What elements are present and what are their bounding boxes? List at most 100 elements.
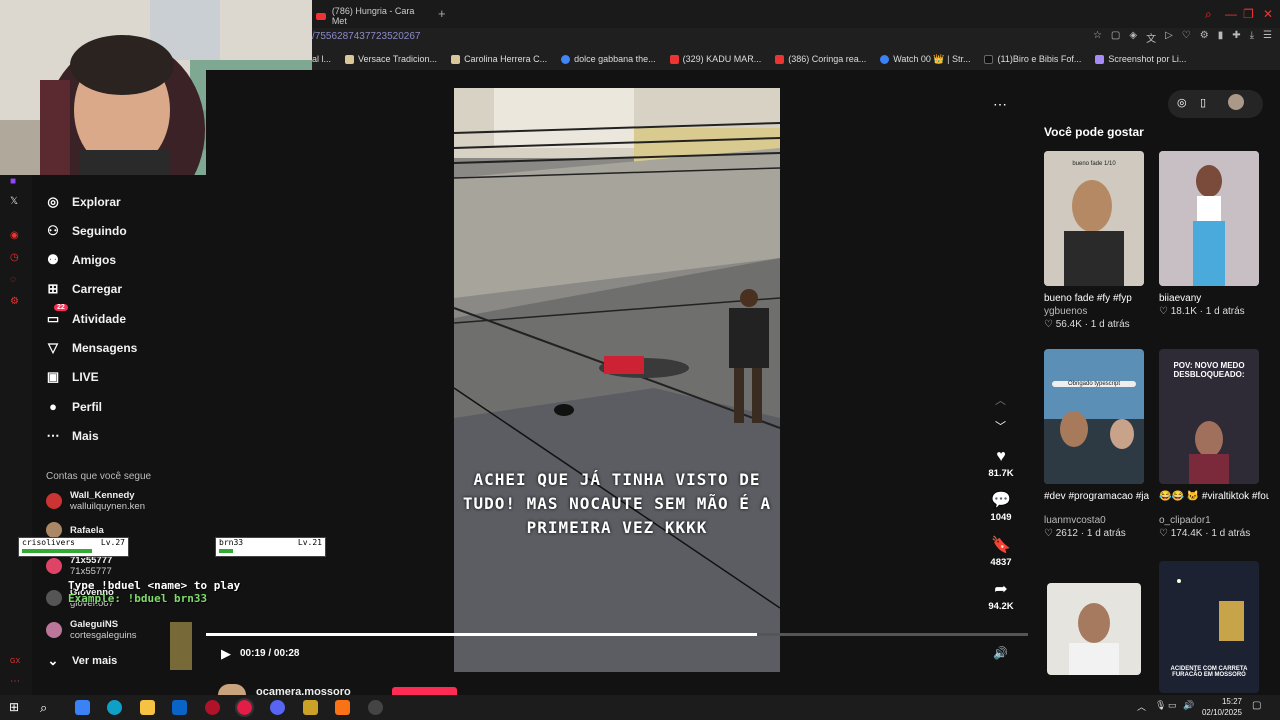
nav-atividade[interactable]: ▭ 22 Atividade — [46, 304, 126, 327]
followed-account[interactable]: GaleguiNS cortesgaleguins — [46, 619, 137, 641]
twitch-icon[interactable]: ■ — [10, 176, 16, 187]
chat-icon[interactable]: ◌ — [10, 274, 16, 285]
gx-icon[interactable]: GX — [10, 658, 20, 665]
microphone-icon[interactable]: 🎙 — [1155, 700, 1166, 711]
restore-icon[interactable]: ❐ — [1243, 7, 1254, 21]
bookmark-item[interactable]: (11)Biro e Bibis Fof... — [984, 54, 1081, 64]
video-thumbnail[interactable]: ACIDENTE COM CARRETA FURACÃO EM MOSSORÓ — [1159, 561, 1259, 693]
nav-mais[interactable]: ⋯ Mais — [46, 428, 99, 444]
bookmark-item[interactable]: dolce gabbana the... — [561, 54, 656, 64]
google-icon — [561, 54, 571, 64]
shield-icon[interactable]: ◈ — [1129, 30, 1137, 45]
avatar[interactable] — [1228, 94, 1244, 110]
bookmark-item[interactable]: al l... — [312, 54, 331, 64]
avatar — [46, 558, 62, 574]
bookmark-star-icon[interactable]: ☆ — [1093, 30, 1102, 45]
video-thumbnail[interactable] — [1047, 583, 1141, 675]
bookmark-item[interactable]: (329) KADU MAR... — [669, 54, 761, 64]
bookmark-item[interactable]: Versace Tradicion... — [345, 54, 437, 64]
nav-mensagens[interactable]: ▽ Mensagens — [46, 340, 137, 356]
download-icon[interactable]: ⤓ — [1250, 30, 1254, 45]
opera-icon[interactable] — [205, 700, 220, 715]
address-bar[interactable]: /7556287437723520267 ☆ ▢ ◈ 文 ▷ ♡ ⚙ ▮ ✚ ⤓… — [312, 28, 1280, 46]
puzzle-icon[interactable]: ✚ — [1232, 30, 1240, 45]
author-avatar[interactable] — [218, 684, 246, 695]
browser-tab[interactable]: (786) Hungria - Cara Met — [312, 4, 430, 28]
app-icon[interactable] — [303, 700, 318, 715]
app-icon[interactable] — [335, 700, 350, 715]
search-icon[interactable]: ⌕ — [40, 700, 55, 715]
video-thumbnail[interactable] — [1159, 151, 1259, 286]
outlook-icon[interactable] — [172, 700, 187, 715]
nav-amigos[interactable]: ⚉ Amigos — [46, 252, 116, 268]
see-more-button[interactable]: ⌄ Ver mais — [46, 653, 118, 669]
video-thumbnail[interactable]: bueno fade 1/10 — [1044, 151, 1144, 286]
share-count: 94.2K — [988, 601, 1014, 612]
followed-account[interactable]: Rafaela — [46, 522, 104, 538]
menu-icon[interactable]: ☰ — [1263, 30, 1272, 45]
game-sprite — [170, 622, 192, 670]
phone-icon[interactable]: ▯ — [1200, 96, 1206, 109]
followed-account[interactable]: Wall_Kennedy walluilquynen.ken — [46, 490, 145, 512]
comment-button[interactable]: 💬 1049 — [986, 490, 1016, 523]
play-icon[interactable]: ▷ — [1165, 30, 1173, 45]
nav-carregar[interactable]: ⊞ Carregar — [46, 281, 122, 297]
windows-start-icon[interactable]: ⊞ — [9, 700, 24, 715]
battery-icon[interactable]: ▮ — [1218, 30, 1224, 45]
video-time: 00:19 / 00:28 — [240, 648, 300, 659]
settings-icon[interactable]: ⚙ — [1200, 30, 1209, 45]
network-icon[interactable]: ▭ — [1168, 700, 1177, 711]
new-tab-button[interactable]: + — [438, 6, 446, 21]
system-clock[interactable]: 15:27 02/10/2025 — [1202, 696, 1242, 718]
search-icon[interactable]: ⌕ — [1205, 7, 1212, 22]
folder-icon[interactable] — [140, 700, 155, 715]
youtube-icon — [669, 54, 679, 64]
more-icon[interactable]: ⋯ — [10, 676, 20, 687]
opera-gx-icon[interactable] — [235, 698, 254, 717]
hp-bar — [219, 549, 233, 553]
clock-icon[interactable]: ◷ — [10, 252, 19, 263]
discord-icon[interactable] — [270, 700, 285, 715]
video-player[interactable]: ACHEI QUE JÁ TINHA VISTO DE TUDO! MAS NO… — [454, 88, 780, 672]
gear-icon[interactable]: ⚙ — [10, 296, 19, 307]
chevron-down-icon[interactable]: ﹀ — [995, 418, 1006, 434]
x-icon[interactable]: 𝕏 — [10, 196, 18, 207]
tray-arrow-icon[interactable]: ︿ — [1137, 700, 1146, 713]
video-thumbnail[interactable]: Obrigado typescript — [1044, 349, 1144, 484]
copilot-icon[interactable] — [75, 700, 90, 715]
volume-icon[interactable]: 🔊 — [993, 646, 1008, 660]
nav-perfil[interactable]: ● Perfil — [46, 399, 102, 414]
like-button[interactable]: ♥ 81.7K — [986, 448, 1016, 479]
screenshot-icon[interactable]: ▢ — [1111, 30, 1120, 45]
bookmark-item[interactable]: Watch 00 👑 | Str... — [880, 54, 970, 65]
nav-live[interactable]: ▣ LIVE — [46, 369, 99, 385]
author-name[interactable]: ocamera.mossoro — [256, 686, 351, 695]
volume-icon[interactable]: 🔊 — [1183, 700, 1194, 711]
live-icon: ▣ — [46, 369, 60, 384]
bookmark-item[interactable]: (386) Coringa rea... — [775, 54, 866, 64]
save-button[interactable]: 🔖 4837 — [986, 535, 1016, 568]
bookmark-item[interactable]: Carolina Herrera C... — [451, 54, 547, 64]
bookmark-item[interactable]: Screenshot por Li... — [1095, 54, 1186, 64]
compass-icon[interactable]: ◎ — [1177, 96, 1187, 109]
video-thumbnail[interactable]: POV: NOVO MEDO DESBLOQUEADO: — [1159, 349, 1259, 484]
follow-button[interactable] — [392, 687, 457, 695]
recommend-title: Você pode gostar — [1044, 125, 1144, 139]
share-button[interactable]: ➦ 94.2K — [986, 579, 1016, 612]
close-icon[interactable]: ✕ — [1263, 7, 1273, 21]
chevron-up-icon[interactable]: ︿ — [995, 392, 1006, 408]
translate-icon[interactable]: 文 — [1146, 30, 1156, 45]
nav-explorar[interactable]: ◎ Explorar — [46, 194, 120, 210]
notification-icon[interactable]: ▢ — [1252, 700, 1261, 711]
nav-seguindo[interactable]: ⚇ Seguindo — [46, 223, 127, 239]
edge-icon[interactable] — [107, 700, 122, 715]
heart-icon[interactable]: ♡ — [1182, 30, 1191, 45]
game-instruction: Type !bduel <name> to play — [68, 579, 241, 592]
following-title: Contas que você segue — [46, 471, 152, 482]
more-options-icon[interactable]: ⋯ — [993, 96, 1007, 113]
play-circle-icon[interactable]: ◉ — [10, 230, 19, 241]
play-icon[interactable]: ▶ — [221, 646, 231, 662]
followed-account[interactable]: 71x55777 71x55777 — [46, 555, 112, 577]
obs-icon[interactable] — [368, 700, 383, 715]
minimize-icon[interactable]: — — [1225, 7, 1237, 21]
